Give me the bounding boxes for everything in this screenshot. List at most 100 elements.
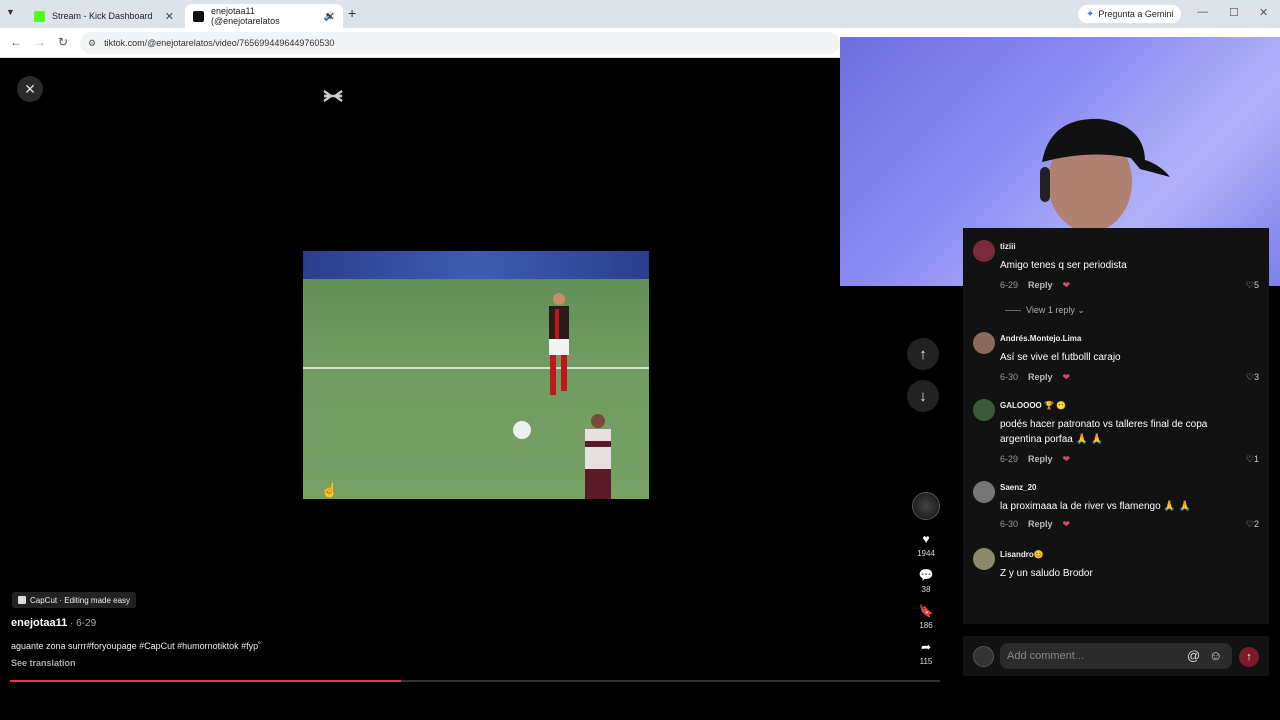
comment-text: podés hacer patronato vs talleres final … xyxy=(1000,419,1208,445)
tab-title: enejotaa11 (@enejotarelatos xyxy=(211,6,280,26)
comment-like-button[interactable]: ♡5 xyxy=(1246,280,1259,291)
save-count: 186 xyxy=(919,621,933,630)
mouse-cursor-icon: ☝ xyxy=(321,482,339,498)
tab-search-icon[interactable]: ▼ xyxy=(6,7,15,17)
view-replies-button[interactable]: View 1 reply ⌄ xyxy=(1005,305,1085,316)
window-close-icon[interactable]: ✕ xyxy=(1259,6,1268,19)
comment-like-button[interactable]: ♡1 xyxy=(1246,454,1259,465)
heart-outline-icon: ♡ xyxy=(1245,372,1254,382)
add-comment-placeholder: Add comment... xyxy=(1007,650,1085,662)
minimize-icon[interactable]: — xyxy=(1197,6,1208,18)
comment-text: Amigo tenes q ser periodista xyxy=(1000,260,1127,271)
pitch-line xyxy=(303,367,649,369)
next-video-button[interactable]: ↓ xyxy=(907,380,939,412)
comments-panel: tiziii Amigo tenes q ser periodista 6-29… xyxy=(963,228,1269,624)
tab-title: Stream - Kick Dashboard xyxy=(52,11,153,21)
see-translation-link[interactable]: See translation xyxy=(11,658,76,668)
like-button[interactable]: ♥ 1944 xyxy=(912,532,940,558)
author-avatar[interactable] xyxy=(912,492,940,520)
player-figure xyxy=(549,293,569,395)
tab-tiktok-video[interactable]: enejotaa11 (@enejotarelatos 🔊 ✕ xyxy=(185,4,343,28)
close-video-button[interactable]: ✕ xyxy=(17,76,43,102)
commenter-avatar[interactable] xyxy=(973,240,995,262)
comment-like-count: 5 xyxy=(1253,280,1259,290)
comment-icon: 💬 xyxy=(918,568,934,582)
arrow-up-icon: ↑ xyxy=(919,345,927,363)
url-text: tiktok.com/@enejotarelatos/video/7656994… xyxy=(104,38,335,48)
heart-icon: ♥ xyxy=(922,532,930,546)
mention-icon[interactable]: @ xyxy=(1187,648,1200,663)
send-comment-button[interactable]: ↑ xyxy=(1239,647,1259,667)
heart-outline-icon: ♡ xyxy=(1245,280,1254,290)
gemini-button[interactable]: ✦ Pregunta a Gemini xyxy=(1078,5,1182,23)
comment-text: Así se vive el futbolll carajo xyxy=(1000,352,1121,363)
comment-button[interactable]: 💬 38 xyxy=(912,568,940,594)
commenter-avatar[interactable] xyxy=(973,481,995,503)
chevron-down-icon: ⌄ xyxy=(1077,305,1085,315)
comment-like-button[interactable]: ♡2 xyxy=(1246,519,1259,530)
comment-date: 6-29 xyxy=(1000,280,1019,290)
divider xyxy=(1005,310,1021,312)
close-icon: ✕ xyxy=(24,80,36,97)
site-info-icon[interactable]: ⚙ xyxy=(88,38,96,49)
commenter-name[interactable]: Andrés.Montejo.Lima xyxy=(1000,334,1081,343)
comment-item: Lisandro😊 Z y un saludo Brodor xyxy=(963,548,1269,624)
forward-icon[interactable]: → xyxy=(34,35,46,49)
reply-button[interactable]: Reply xyxy=(1028,372,1053,382)
commenter-name[interactable]: GALOOOO 🏆 😶 xyxy=(1000,401,1066,410)
commenter-avatar[interactable] xyxy=(973,548,995,570)
arrow-down-icon: ↓ xyxy=(919,387,927,405)
tab-kick-dashboard[interactable]: Stream - Kick Dashboard ✕ xyxy=(26,4,182,28)
gemini-icon: ✦ xyxy=(1086,8,1095,20)
capcut-tag[interactable]: CapCut · Editing made easy xyxy=(12,592,137,608)
comment-meta: 6-30 Reply ❤ xyxy=(1000,519,1070,530)
bookmark-icon: 🔖 xyxy=(918,604,934,618)
comment-date: 6-30 xyxy=(1000,519,1019,529)
comment-text: Z y un saludo Brodor xyxy=(1000,568,1093,579)
comment-text: la proximaaa la de river vs flamengo 🙏 🙏 xyxy=(1000,501,1192,512)
url-field[interactable]: ⚙ tiktok.com/@enejotarelatos/video/76569… xyxy=(80,32,840,54)
stadium-banner xyxy=(303,251,649,279)
creator-liked-icon: ❤ xyxy=(1062,280,1071,290)
gemini-label: Pregunta a Gemini xyxy=(1098,9,1174,19)
close-tab-icon[interactable]: ✕ xyxy=(165,10,174,23)
heart-outline-icon: ♡ xyxy=(1245,519,1254,529)
video-progress-bar[interactable] xyxy=(10,680,940,682)
tiktok-favicon-icon xyxy=(193,10,204,22)
add-comment-bar: Add comment... @ ☺ ↑ xyxy=(963,636,1269,676)
commenter-name[interactable]: Lisandro😊 xyxy=(1000,550,1044,559)
creator-liked-icon: ❤ xyxy=(1062,372,1071,382)
share-count: 115 xyxy=(919,657,933,666)
share-button[interactable]: ➦ 115 xyxy=(912,640,940,666)
creator-liked-icon: ❤ xyxy=(1062,454,1071,464)
defender-figure xyxy=(585,414,611,499)
post-date: · 6-29 xyxy=(67,618,97,629)
commenter-name[interactable]: Saenz_20 xyxy=(1000,483,1036,492)
reload-icon[interactable]: ↻ xyxy=(58,35,68,49)
capcut-watermark-icon xyxy=(323,90,343,102)
comment-meta: 6-30 Reply ❤ xyxy=(1000,372,1070,383)
back-icon[interactable]: ← xyxy=(10,35,22,49)
comment-like-count: 3 xyxy=(1253,372,1259,382)
video-player[interactable] xyxy=(303,251,649,499)
football xyxy=(513,421,531,439)
author-name[interactable]: enejotaa11 xyxy=(11,617,67,629)
comment-date: 6-29 xyxy=(1000,454,1019,464)
reply-button[interactable]: Reply xyxy=(1028,280,1053,290)
like-count: 1944 xyxy=(917,549,935,558)
comment-meta: 6-29 Reply ❤ xyxy=(1000,454,1070,465)
comment-like-button[interactable]: ♡3 xyxy=(1246,372,1259,383)
maximize-icon[interactable]: ☐ xyxy=(1229,6,1239,19)
commenter-avatar[interactable] xyxy=(973,332,995,354)
commenter-avatar[interactable] xyxy=(973,399,995,421)
save-button[interactable]: 🔖 186 xyxy=(912,604,940,630)
reply-button[interactable]: Reply xyxy=(1028,519,1053,529)
arrow-up-icon: ↑ xyxy=(1246,651,1252,663)
reply-button[interactable]: Reply xyxy=(1028,454,1053,464)
emoji-icon[interactable]: ☺ xyxy=(1209,648,1222,663)
previous-video-button[interactable]: ↑ xyxy=(907,338,939,370)
commenter-name[interactable]: tiziii xyxy=(1000,242,1016,251)
close-tab-icon[interactable]: ✕ xyxy=(326,10,335,23)
heart-outline-icon: ♡ xyxy=(1245,454,1254,464)
new-tab-icon[interactable]: + xyxy=(348,5,356,21)
